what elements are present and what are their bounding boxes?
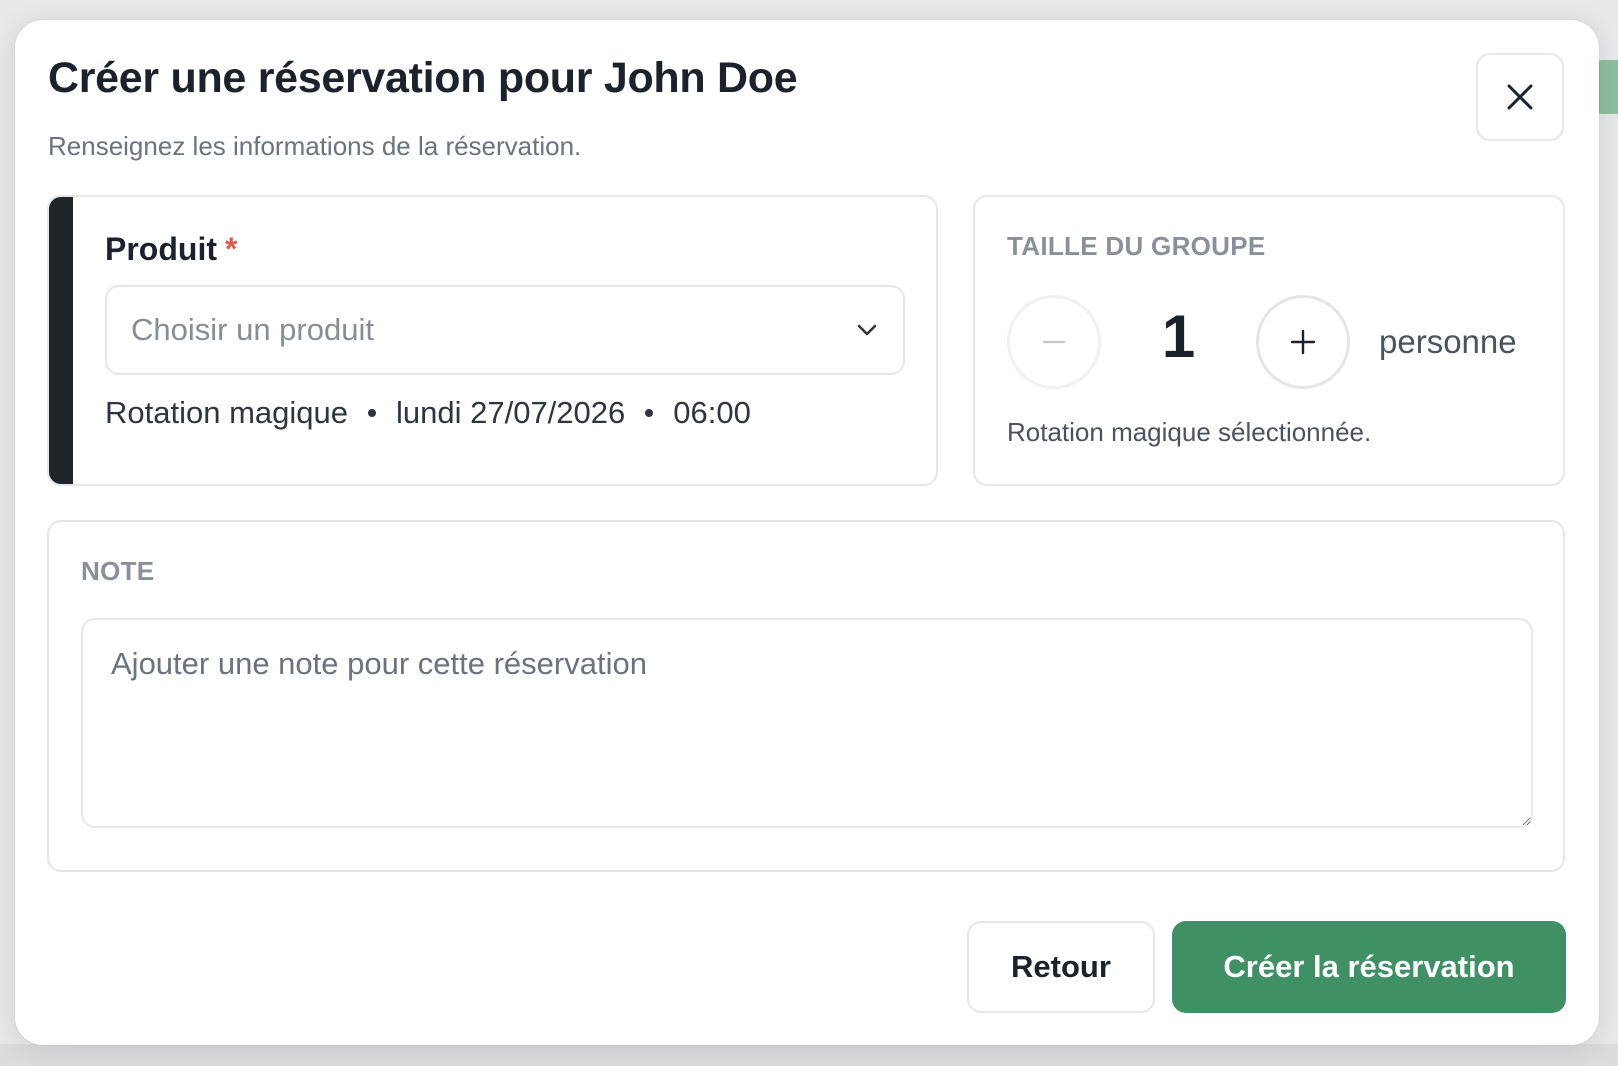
dialog-subtitle: Renseignez les informations de la réserv…	[48, 131, 582, 161]
increment-button[interactable]	[1256, 295, 1350, 389]
group-size-value: 1	[1161, 303, 1196, 370]
product-label-text: Produit	[105, 231, 217, 267]
session-summary: Rotation magique lundi 27/07/2026 06:00	[105, 395, 751, 431]
backdrop-accent	[1596, 60, 1618, 114]
note-textarea[interactable]	[81, 618, 1533, 828]
minus-icon	[1042, 340, 1066, 344]
close-button[interactable]	[1476, 53, 1564, 141]
chevron-down-icon	[857, 324, 877, 336]
separator-dot	[645, 409, 654, 417]
session-time: 06:00	[673, 395, 751, 430]
note-label: NOTE	[81, 556, 155, 586]
product-label: Produit *	[105, 231, 237, 268]
product-accent-bar	[49, 197, 73, 484]
group-size-label: TAILLE DU GROUPE	[1007, 231, 1266, 261]
session-activity: Rotation magique	[105, 395, 348, 430]
product-card: Produit * Choisir un produit Rotation mag…	[47, 195, 938, 486]
backdrop-strip	[0, 1044, 1618, 1066]
decrement-button[interactable]	[1007, 295, 1101, 389]
product-select-placeholder: Choisir un produit	[131, 312, 374, 347]
required-marker: *	[224, 231, 238, 267]
note-card: NOTE	[47, 520, 1565, 872]
plus-icon	[1290, 329, 1316, 355]
group-size-card: TAILLE DU GROUPE 1 personne Rotation mag…	[973, 195, 1565, 486]
group-size-unit: personne	[1379, 323, 1517, 360]
separator-dot	[368, 409, 376, 417]
create-reservation-dialog: Créer une réservation pour John Doe Rens…	[15, 20, 1599, 1045]
create-reservation-button[interactable]: Créer la réservation	[1172, 921, 1566, 1013]
dialog-title: Créer une réservation pour John Doe	[48, 54, 798, 102]
close-icon	[1507, 84, 1533, 110]
session-date: lundi 27/07/2026	[396, 395, 626, 430]
back-button[interactable]: Retour	[967, 921, 1155, 1013]
group-size-hint: Rotation magique sélectionnée.	[1007, 417, 1372, 447]
product-select[interactable]: Choisir un produit	[105, 285, 905, 375]
